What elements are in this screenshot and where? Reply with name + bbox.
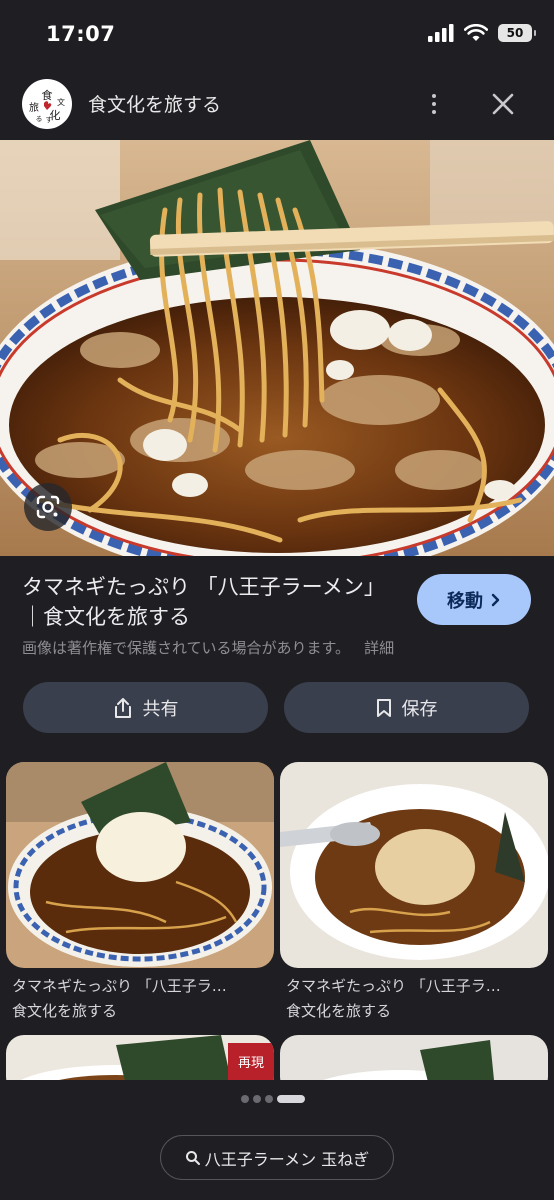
status-icons: 50 — [428, 24, 536, 42]
bookmark-icon — [376, 698, 391, 717]
google-lens-button[interactable] — [24, 483, 72, 531]
main-image[interactable] — [0, 140, 554, 556]
page-dot — [253, 1095, 261, 1103]
search-chip-label: 八王子ラーメン 玉ねぎ — [204, 1149, 370, 1169]
share-icon — [114, 697, 131, 718]
related-source: 食文化を旅する — [12, 1002, 118, 1020]
share-label: 共有 — [142, 698, 179, 720]
logo-char: る — [36, 115, 43, 123]
visit-button[interactable]: 移動 — [417, 574, 531, 625]
details-link[interactable]: 詳細 — [364, 639, 394, 657]
visit-button-label: 移動 — [447, 590, 483, 612]
search-icon — [185, 1150, 200, 1165]
chevron-right-icon — [491, 593, 500, 606]
related-caption-1[interactable]: タマネギたっぷり 「八王子ラ… 食文化を旅する — [12, 974, 272, 1024]
page-dot — [241, 1095, 249, 1103]
related-image-1[interactable] — [6, 762, 274, 968]
copyright-notice: 画像は著作権で保護されている場合があります。 詳細 — [22, 637, 394, 658]
page-dot — [265, 1095, 273, 1103]
close-icon[interactable] — [486, 87, 520, 121]
ramen-bowl-image — [0, 140, 554, 556]
logo-char: 食 — [42, 88, 53, 102]
badge-text: 再現 — [238, 1056, 264, 1071]
cellular-signal-icon — [428, 24, 454, 42]
logo-char: す — [46, 116, 53, 124]
related-title: タマネギたっぷり 「八王子ラ… — [12, 977, 227, 995]
save-label: 保存 — [401, 698, 438, 720]
related-ramen-image — [280, 762, 548, 968]
save-button[interactable]: 保存 — [284, 682, 529, 733]
related-source: 食文化を旅する — [286, 1002, 392, 1020]
logo-char: 文 — [57, 97, 65, 107]
related-title: タマネギたっぷり 「八王子ラ… — [286, 977, 501, 995]
related-caption-2[interactable]: タマネギたっぷり 「八王子ラ… 食文化を旅する — [286, 974, 546, 1024]
site-logo-mark: 食 文 化 旅 る す — [29, 88, 65, 124]
wifi-icon — [464, 24, 488, 41]
more-options-icon[interactable] — [420, 88, 448, 120]
share-button[interactable]: 共有 — [23, 682, 268, 733]
result-title[interactable]: タマネギたっぷり 「八王子ラーメン」｜食文化を旅する — [22, 572, 392, 632]
related-image-2[interactable] — [280, 762, 548, 968]
app-header: 食 文 化 旅 る す 食文化を旅する — [0, 70, 554, 140]
status-bar: 17:07 50 — [0, 0, 554, 70]
bottom-bar: 八王子ラーメン 玉ねぎ — [0, 1080, 554, 1200]
status-time: 17:07 — [46, 22, 116, 46]
page-indicator — [241, 1095, 305, 1103]
logo-char: 旅 — [29, 101, 39, 114]
related-search-chip[interactable]: 八王子ラーメン 玉ねぎ — [160, 1135, 394, 1180]
related-ramen-image — [6, 762, 274, 968]
copyright-text: 画像は著作権で保護されている場合があります。 — [22, 639, 351, 657]
page-dot-active — [277, 1095, 305, 1103]
site-title[interactable]: 食文化を旅する — [88, 90, 221, 117]
lens-icon — [36, 495, 60, 519]
site-logo[interactable]: 食 文 化 旅 る す — [22, 79, 72, 129]
battery-indicator: 50 — [498, 24, 536, 42]
